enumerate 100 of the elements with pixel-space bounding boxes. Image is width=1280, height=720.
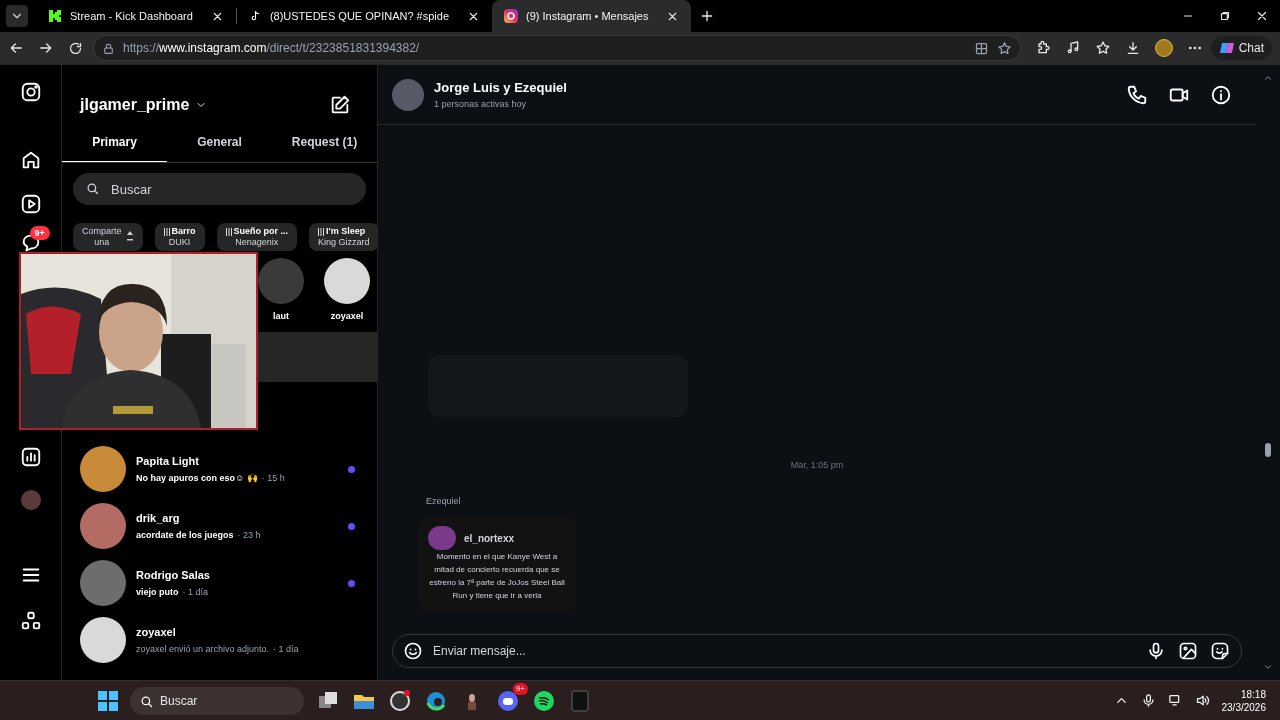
note-title: Comparte	[82, 226, 122, 237]
note-bubble[interactable]: Comparte una	[73, 223, 143, 251]
note-bubble[interactable]: Barro DUKI	[154, 223, 205, 251]
search-icon	[85, 181, 100, 196]
post-caption: Momento en el que Kanye West a mitad de concierto recuerda que se estreno la 7ª parte de JoJos Steel Ball Run y tiene que ir a verla	[428, 551, 566, 602]
inbox-tab[interactable]: General	[167, 133, 272, 162]
user-avatar	[428, 526, 456, 550]
note-subtitle: DUKI	[167, 237, 192, 248]
address-bar[interactable]: https://www.instagram.com/direct/t/2323851831394382/	[93, 35, 1021, 61]
browser-tab[interactable]: (8)USTEDES QUE OPINAN? #spide	[236, 0, 492, 32]
browser-icon[interactable]	[425, 689, 447, 712]
add-tab-icon[interactable]	[974, 40, 989, 56]
tab-title: Stream - Kick Dashboard	[70, 8, 193, 24]
browser-tab[interactable]: Stream - Kick Dashboard	[36, 0, 236, 32]
group-avatar[interactable]	[392, 78, 424, 111]
scroll-arrows-icon	[125, 230, 134, 244]
lock-icon	[102, 41, 115, 55]
chat-status: 1 personas activas hoy	[434, 97, 528, 111]
apps-icon[interactable]	[19, 610, 42, 632]
clock[interactable]: 18:18 23/3/2026	[1221, 687, 1266, 714]
note-title: I'm Sleep	[326, 226, 366, 237]
tab-title: (9) Instagram • Mensajes	[526, 8, 649, 24]
message-time: · 23 h	[237, 529, 261, 542]
contact-name: zoyaxel	[136, 624, 177, 640]
username: zoyaxel	[330, 310, 364, 323]
puzzle-icon[interactable]	[1035, 40, 1051, 56]
sender-name: Ezequiel	[426, 494, 462, 508]
chat-button[interactable]: Chat	[1210, 36, 1272, 60]
forward-icon[interactable]	[38, 40, 54, 56]
back-icon[interactable]	[8, 40, 24, 56]
tab-list-button[interactable]	[6, 5, 28, 27]
stats-icon[interactable]	[19, 446, 42, 468]
music-app-icon[interactable]	[533, 689, 555, 712]
message-preview: zoyaxel envió un archivo adjunto.	[136, 643, 270, 656]
sticker-icon[interactable]	[1210, 641, 1230, 661]
username: laut	[273, 310, 289, 323]
message-input[interactable]: Enviar mensaje...	[392, 634, 1242, 668]
contact-name: Rodrigo Salas	[136, 567, 211, 583]
sound-bars-icon	[318, 227, 325, 236]
contact-name: drik_arg	[136, 510, 181, 526]
favorite-star-icon[interactable]	[997, 40, 1012, 56]
favorites-icon[interactable]	[1095, 40, 1111, 56]
note-subtitle: una	[93, 237, 111, 248]
phone-icon[interactable]	[1126, 83, 1148, 106]
post-author: el_nortexx	[464, 531, 515, 546]
music-icon[interactable]	[1065, 40, 1081, 56]
shared-post[interactable]: el_nortexx Momento en el que Kanye West a mitad de concierto recuerda que se estreno la 7ª parte de JoJos Steel Ball Run y tiene que ir a verla	[418, 516, 576, 612]
user-avatar[interactable]	[324, 258, 370, 304]
note-subtitle: King Gizzard	[318, 237, 370, 248]
microphone-icon[interactable]	[1146, 641, 1166, 661]
message-time: · 15 h	[261, 472, 285, 485]
message-preview: viejo puto	[136, 586, 179, 599]
conversation-item[interactable]: Rodrigo Salas viejo puto · 1 día	[62, 554, 377, 612]
clock-time: 18:18	[1240, 687, 1266, 701]
notification-badge: 9+	[512, 682, 528, 695]
message-time: · 1 día	[182, 586, 208, 599]
profile-avatar[interactable]	[1155, 39, 1173, 57]
sound-bars-icon	[225, 227, 232, 236]
conversation-item[interactable]: drik_arg acordate de los juegos · 23 h	[62, 497, 377, 555]
emoji-icon[interactable]	[403, 641, 423, 661]
note-title: Sueño por ...	[233, 226, 289, 237]
scrollbar-thumb[interactable]	[1265, 443, 1271, 457]
taskbar-search[interactable]: Buscar	[130, 686, 304, 715]
note-bubble[interactable]: Sueño por ... Nenagenix	[216, 223, 298, 251]
inbox-tab[interactable]: Request (1)	[272, 133, 377, 162]
account-name: jlgamer_prime	[80, 95, 190, 115]
reload-icon[interactable]	[68, 40, 83, 56]
kick-logo-icon	[48, 9, 62, 23]
conversation-item[interactable]: Papita Light No hay apuros con eso☺ 🙌 · 15 h	[62, 440, 377, 498]
download-icon[interactable]	[1125, 40, 1141, 56]
tab-title: (8)USTEDES QUE OPINAN? #spide	[269, 8, 449, 24]
message-preview: No hay apuros con eso☺ 🙌	[136, 472, 258, 485]
chat-title: Jorge Luis y Ezequiel	[434, 79, 567, 97]
browser-tab[interactable]: (9) Instagram • Mensajes	[492, 0, 692, 32]
info-icon[interactable]	[1210, 83, 1232, 106]
compose-icon[interactable]	[329, 94, 351, 116]
chat-app-icon[interactable]	[497, 689, 519, 712]
recording-app-icon[interactable]	[389, 689, 411, 712]
message-preview: acordate de los juegos	[136, 529, 234, 542]
image-icon[interactable]	[1178, 641, 1198, 661]
scroll-up-icon[interactable]	[1263, 73, 1273, 83]
reels-icon[interactable]	[19, 193, 42, 215]
windows-start-icon[interactable]	[98, 690, 118, 711]
search-field[interactable]: Buscar	[73, 173, 366, 205]
clock-date: 23/3/2026	[1221, 700, 1266, 714]
contact-name: Papita Light	[136, 453, 200, 469]
conversation-item[interactable]: zoyaxel zoyaxel envió un archivo adjunto. · 1 día	[62, 611, 377, 669]
note-subtitle: Nenagenix	[234, 237, 280, 248]
notification-badge: 9+	[29, 226, 50, 240]
note-bubble[interactable]: I'm Sleep King Gizzard	[309, 223, 377, 251]
volume-icon[interactable]	[1194, 693, 1210, 708]
sound-bars-icon	[163, 227, 170, 236]
instagram-logo-icon	[504, 9, 518, 23]
inbox-tab[interactable]: Primary	[62, 133, 167, 162]
scroll-down-icon[interactable]	[1263, 662, 1273, 672]
url-text: https://www.instagram.com/direct/t/2323851831394382/	[123, 40, 421, 57]
note-title: Barro	[171, 226, 196, 237]
instagram-icon[interactable]	[19, 81, 42, 103]
message-time: · 1 día	[273, 643, 299, 656]
message-timestamp: Mar, 1:05 pm	[789, 459, 845, 472]
